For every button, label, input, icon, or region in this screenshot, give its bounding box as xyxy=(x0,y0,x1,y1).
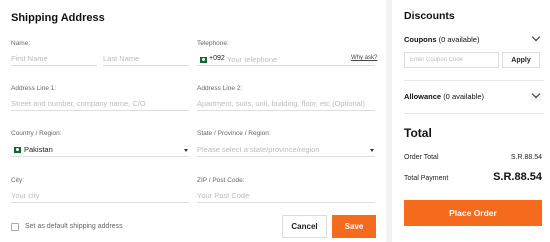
city-label: City: xyxy=(11,177,24,184)
coupons-toggle[interactable]: Coupons (0 available) xyxy=(404,35,479,44)
country-code: +092 xyxy=(209,55,225,62)
state-label: State / Province / Region: xyxy=(197,130,271,137)
country-value: Pakistan xyxy=(24,145,53,154)
telephone-label: Telephone: xyxy=(197,40,229,47)
city-input[interactable] xyxy=(11,189,189,203)
coupons-count: (0 available) xyxy=(438,35,480,44)
state-select[interactable]: Please select a state/province/region xyxy=(197,143,375,157)
shipping-address-title: Shipping Address xyxy=(11,12,105,24)
place-order-button[interactable]: Place Order xyxy=(404,200,542,226)
country-label: Country / Region: xyxy=(11,130,62,137)
save-button[interactable]: Save xyxy=(332,215,376,238)
cancel-button[interactable]: Cancel xyxy=(282,215,327,238)
last-name-input[interactable] xyxy=(103,52,189,66)
pakistan-flag-icon xyxy=(198,57,207,63)
zip-label: ZIP / Post Code: xyxy=(197,177,245,184)
default-address-label: Set as default shipping address xyxy=(25,223,123,230)
zip-input[interactable] xyxy=(197,189,375,203)
telephone-input[interactable] xyxy=(227,52,345,66)
order-total-value: S.R.88.54 xyxy=(510,154,542,161)
allowance-count: (0 available) xyxy=(443,92,485,101)
address1-label: Address Line 1: xyxy=(11,85,57,92)
name-label: Name: xyxy=(11,40,31,47)
divider xyxy=(404,113,544,114)
address2-input[interactable] xyxy=(197,97,375,111)
allowance-toggle[interactable]: Allowance (0 available) xyxy=(404,92,484,101)
default-address-checkbox[interactable] xyxy=(11,223,19,231)
chevron-down-icon[interactable] xyxy=(531,32,541,42)
total-payment-label: Total Payment xyxy=(404,175,449,182)
address2-label: Address Line 2: xyxy=(197,85,243,92)
discounts-title: Discounts xyxy=(404,10,455,22)
address1-input[interactable] xyxy=(11,97,189,111)
chevron-down-icon[interactable] xyxy=(531,89,541,99)
apply-coupon-button[interactable]: Apply xyxy=(502,52,540,68)
coupon-code-input[interactable] xyxy=(404,52,499,68)
shipping-address-panel: Shipping Address Name: Telephone: +092 W… xyxy=(0,0,386,242)
total-payment-value: S.R.88.54 xyxy=(493,171,542,183)
divider xyxy=(404,80,544,81)
allowance-label: Allowance xyxy=(404,92,442,101)
order-total-label: Order Total xyxy=(404,154,439,161)
country-select[interactable]: Pakistan xyxy=(11,143,189,157)
why-ask-link[interactable]: Why ask? xyxy=(351,55,377,61)
first-name-input[interactable] xyxy=(11,52,97,66)
total-title: Total xyxy=(404,126,432,140)
coupons-label: Coupons xyxy=(404,35,437,44)
pakistan-flag-icon xyxy=(12,147,21,153)
caret-down-icon xyxy=(370,149,374,152)
order-summary-panel: Discounts Coupons (0 available) Apply Al… xyxy=(392,0,550,242)
caret-down-icon xyxy=(184,149,188,152)
state-placeholder: Please select a state/province/region xyxy=(197,145,320,154)
